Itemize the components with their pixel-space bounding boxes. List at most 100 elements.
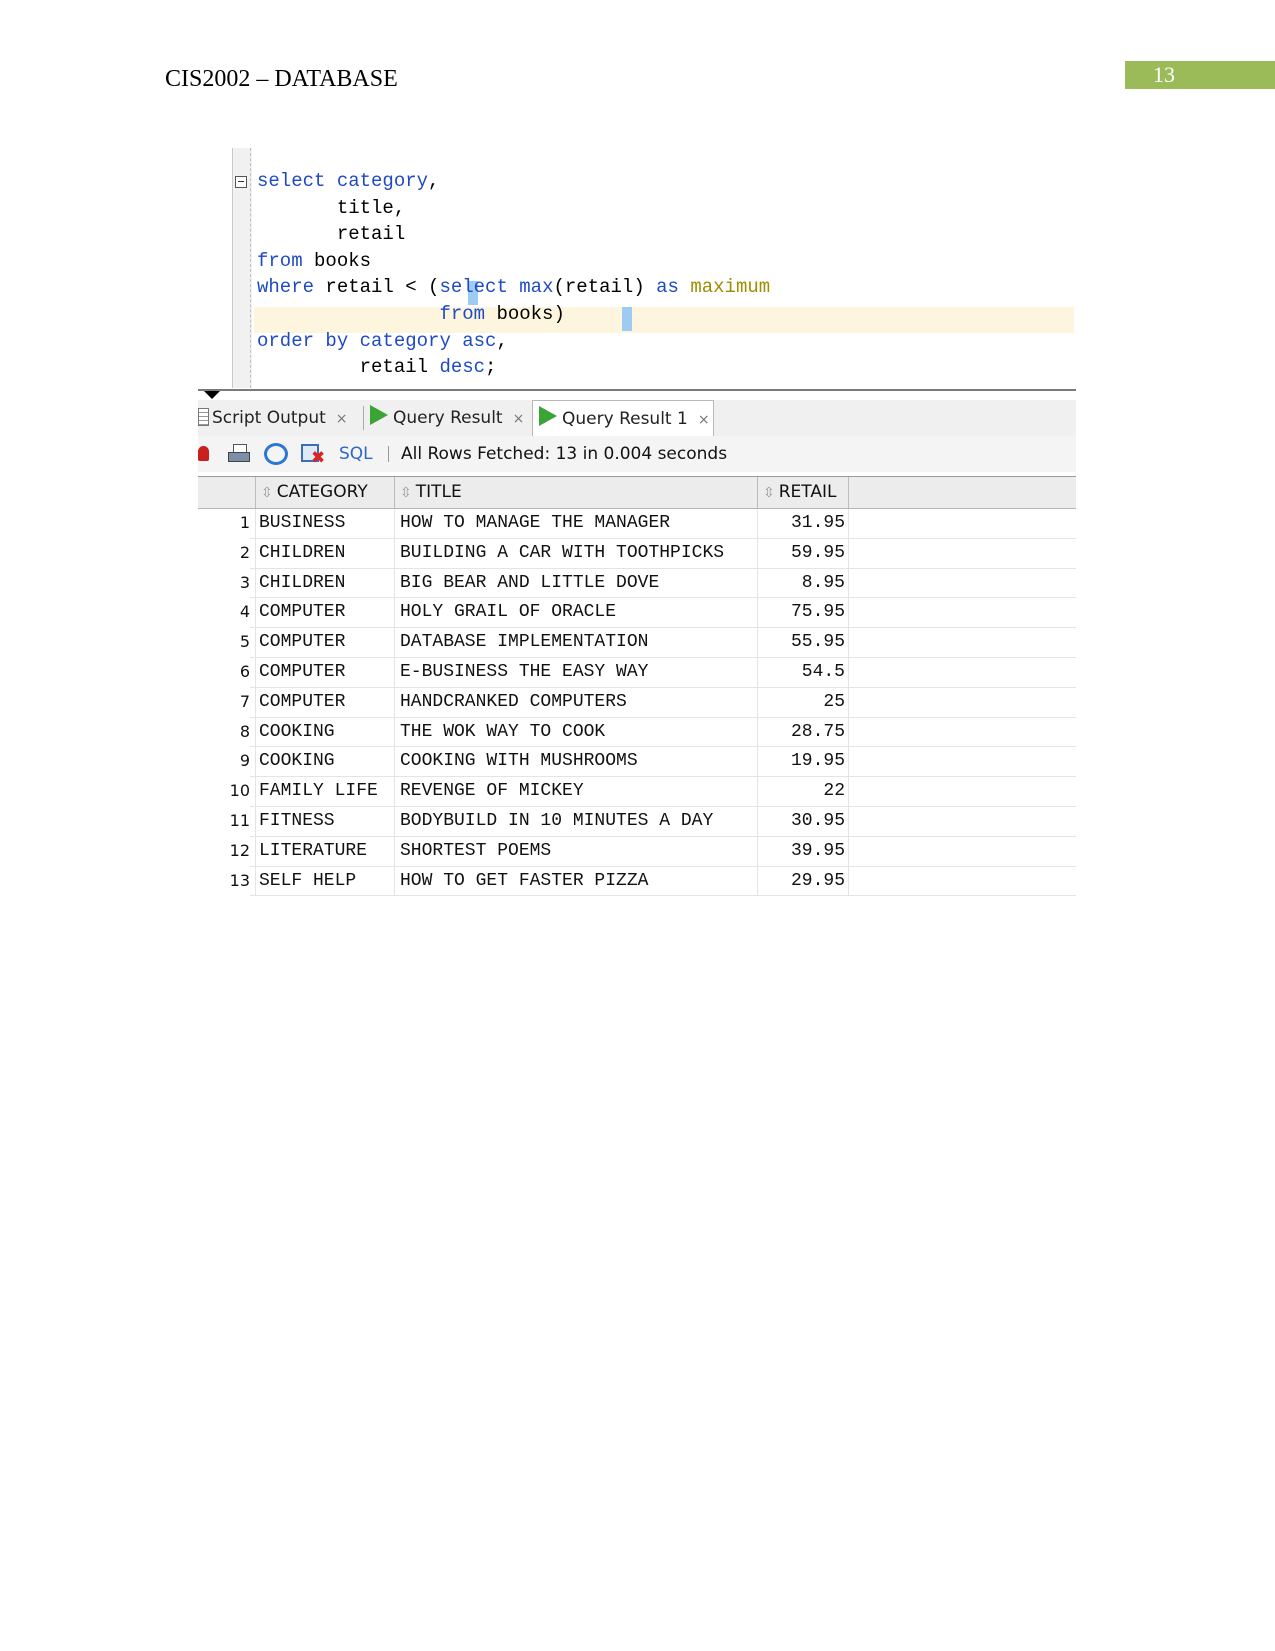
sql-text: , [496, 329, 508, 352]
cell-title[interactable]: BODYBUILD IN 10 MINUTES A DAY [394, 806, 757, 837]
cell-title[interactable]: SHORTEST POEMS [394, 836, 757, 867]
sort-icon: ⇳ [400, 485, 412, 501]
cell-title[interactable]: E-BUSINESS THE EASY WAY [394, 657, 757, 688]
cell-retail[interactable]: 59.95 [757, 538, 849, 569]
sql-text: retail < [314, 276, 429, 299]
sql-keyword: where [257, 276, 315, 299]
cell-category[interactable]: COOKING [255, 717, 394, 748]
tab-script-output[interactable]: Script Output × [198, 400, 348, 436]
sql-text: books [485, 302, 554, 325]
table-row[interactable]: 1 BUSINESS HOW TO MANAGE THE MANAGER 31.95 [198, 509, 1076, 539]
cell-retail[interactable]: 8.95 [757, 568, 849, 599]
pin-icon[interactable] [198, 446, 209, 461]
result-grid: ⇳ CATEGORY ⇳ TITLE ⇳ RETAIL 1 BUSINESS HOW TO… [198, 476, 1076, 897]
cell-title[interactable]: HOW TO GET FASTER PIZZA [394, 866, 757, 897]
cell-retail[interactable]: 54.5 [757, 657, 849, 688]
cell-category[interactable]: LITERATURE [255, 836, 394, 867]
cell-retail[interactable]: 29.95 [757, 866, 849, 897]
table-row[interactable]: 9 COOKING COOKING WITH MUSHROOMS 19.95 [198, 747, 1076, 778]
cell-category[interactable]: COMPUTER [255, 598, 394, 629]
code-line: from books) [257, 301, 770, 328]
collapse-arrow-icon[interactable] [204, 391, 220, 399]
cell-title[interactable]: HOW TO MANAGE THE MANAGER [394, 509, 757, 539]
cell-retail[interactable]: 28.75 [757, 717, 849, 748]
cell-retail[interactable]: 25 [757, 687, 849, 718]
sql-keyword: asc [462, 329, 497, 352]
cell-category[interactable]: COOKING [255, 747, 394, 778]
panel-splitter[interactable] [198, 389, 1076, 391]
table-row[interactable]: 3 CHILDREN BIG BEAR AND LITTLE DOVE 8.95 [198, 568, 1076, 599]
cell-retail[interactable]: 19.95 [757, 747, 849, 778]
table-row[interactable]: 6 COMPUTER E-BUSINESS THE EASY WAY 54.5 [198, 657, 1076, 688]
sql-editor[interactable]: select category, title, retail from books… [198, 148, 1076, 388]
table-row[interactable]: 7 COMPUTER HANDCRANKED COMPUTERS 25 [198, 687, 1076, 718]
cell-title[interactable]: HANDCRANKED COMPUTERS [394, 687, 757, 718]
cell-category[interactable]: COMPUTER [255, 687, 394, 718]
table-row[interactable]: 12 LITERATURE SHORTEST POEMS 39.95 [198, 836, 1076, 867]
close-icon[interactable]: × [698, 412, 710, 428]
refresh-icon[interactable] [264, 443, 288, 465]
column-header-title[interactable]: ⇳ TITLE [394, 477, 757, 508]
row-number: 10 [198, 777, 250, 807]
page-number: 13 [1153, 62, 1175, 87]
cell-retail[interactable]: 75.95 [757, 598, 849, 629]
cell-title[interactable]: HOLY GRAIL OF ORACLE [394, 598, 757, 629]
cell-retail[interactable]: 31.95 [757, 509, 849, 539]
grid-header: ⇳ CATEGORY ⇳ TITLE ⇳ RETAIL [198, 476, 1076, 509]
cell-title[interactable]: THE WOK WAY TO COOK [394, 717, 757, 748]
table-row[interactable]: 2 CHILDREN BUILDING A CAR WITH TOOTHPICKS 5… [198, 538, 1076, 569]
table-row[interactable]: 4 COMPUTER HOLY GRAIL OF ORACLE 75.95 [198, 598, 1076, 629]
column-header-category[interactable]: ⇳ CATEGORY [255, 477, 394, 508]
cell-retail[interactable]: 55.95 [757, 628, 849, 658]
result-tabbar: Script Output × Query Result × Query Resul… [198, 400, 1076, 436]
cell-category[interactable]: BUSINESS [255, 509, 394, 539]
sql-text: ; [485, 356, 497, 379]
cell-category[interactable]: FITNESS [255, 806, 394, 837]
cell-title[interactable]: REVENGE OF MICKEY [394, 777, 757, 807]
close-icon[interactable]: × [336, 411, 348, 427]
code-line: title, [257, 195, 770, 222]
cell-title[interactable]: BIG BEAR AND LITTLE DOVE [394, 568, 757, 599]
cell-category[interactable]: CHILDREN [255, 538, 394, 569]
table-row[interactable]: 11 FITNESS BODYBUILD IN 10 MINUTES A DAY 30… [198, 806, 1076, 837]
cell-retail[interactable]: 39.95 [757, 836, 849, 867]
column-header-retail[interactable]: ⇳ RETAIL [757, 477, 849, 508]
cell-category[interactable]: SELF HELP [255, 866, 394, 897]
table-row[interactable]: 10 FAMILY LIFE REVENGE OF MICKEY 22 [198, 777, 1076, 807]
cell-category[interactable]: FAMILY LIFE [255, 777, 394, 807]
row-number: 1 [198, 509, 250, 539]
fold-minus-icon[interactable] [235, 176, 247, 188]
print-icon[interactable] [228, 444, 250, 464]
cell-retail[interactable]: 22 [757, 777, 849, 807]
sql-developer-screenshot: select category, title, retail from books… [198, 148, 1076, 920]
cell-category[interactable]: COMPUTER [255, 628, 394, 658]
table-row[interactable]: 13 SELF HELP HOW TO GET FASTER PIZZA 29.95 [198, 866, 1076, 897]
result-toolbar: ✖ SQL All Rows Fetched: 13 in 0.004 seco… [198, 436, 1076, 472]
sql-text: title, [257, 196, 406, 219]
page-number-tab: 13 [1125, 61, 1275, 89]
sql-text: ( [428, 276, 440, 299]
close-icon[interactable]: × [513, 411, 525, 427]
table-row[interactable]: 5 COMPUTER DATABASE IMPLEMENTATION 55.95 [198, 628, 1076, 658]
sort-icon: ⇳ [763, 485, 775, 501]
code-line: from books [257, 248, 770, 275]
cell-retail[interactable]: 30.95 [757, 806, 849, 837]
row-number: 4 [198, 598, 250, 629]
row-number: 5 [198, 628, 250, 658]
cell-category[interactable]: CHILDREN [255, 568, 394, 599]
play-icon [539, 406, 557, 426]
cell-title[interactable]: COOKING WITH MUSHROOMS [394, 747, 757, 778]
table-row[interactable]: 8 COOKING THE WOK WAY TO COOK 28.75 [198, 717, 1076, 748]
tab-query-result-1[interactable]: Query Result 1 × [532, 400, 714, 436]
sql-link[interactable]: SQL [339, 436, 373, 472]
code-line: select category, [257, 168, 770, 195]
cell-category[interactable]: COMPUTER [255, 657, 394, 688]
tab-query-result[interactable]: Query Result × [370, 400, 524, 436]
cell-title[interactable]: BUILDING A CAR WITH TOOTHPICKS [394, 538, 757, 569]
delete-icon[interactable]: ✖ [301, 444, 325, 467]
sql-keyword: as [656, 276, 679, 299]
sql-keyword: desc [439, 356, 486, 379]
cell-title[interactable]: DATABASE IMPLEMENTATION [394, 628, 757, 658]
grid-body: 1 BUSINESS HOW TO MANAGE THE MANAGER 31.95 2… [198, 509, 1076, 897]
